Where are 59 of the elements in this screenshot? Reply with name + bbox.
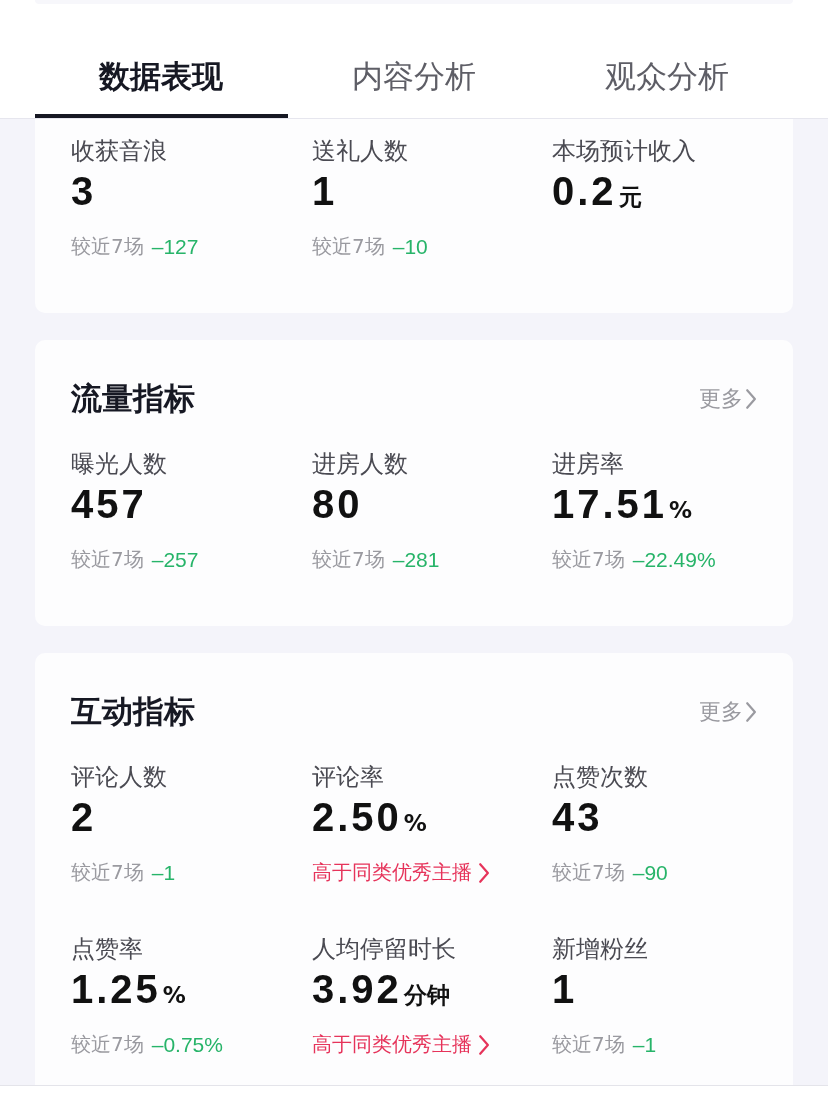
- metric-value: 1: [312, 169, 338, 214]
- metric-label: 进房率: [552, 449, 625, 480]
- compare-label: 较近7场: [312, 546, 385, 573]
- benchmark-link[interactable]: 高于同类优秀主播: [312, 859, 491, 886]
- section-title: 流量指标: [71, 379, 195, 418]
- tab[interactable]: 内容分析: [287, 40, 541, 118]
- metric-unit: 分钟: [403, 981, 450, 1010]
- metric-value: 3: [71, 169, 97, 214]
- compare-label: 较近7场: [71, 233, 144, 260]
- metric-label: 本场预计收入: [552, 136, 697, 167]
- delta-value: –22.49%: [632, 547, 716, 572]
- delta-value: –90: [632, 860, 668, 885]
- metric-label: 点赞率: [71, 934, 144, 965]
- metric-value: 1: [552, 967, 578, 1012]
- tab[interactable]: 观众分析: [540, 40, 793, 118]
- metric-label: 点赞次数: [552, 762, 649, 793]
- chevron-right-icon: [478, 861, 491, 884]
- chevron-right-icon: [478, 1033, 491, 1056]
- metric-value: 3.92: [312, 967, 402, 1012]
- metric-value: 2: [71, 795, 97, 840]
- compare-label: 较近7场: [71, 1031, 144, 1058]
- compare-label: 较近7场: [312, 233, 385, 260]
- metric-unit: %: [403, 810, 427, 836]
- metric-label: 评论人数: [71, 762, 168, 793]
- metric-unit: %: [162, 982, 186, 1008]
- delta-value: –10: [392, 234, 428, 259]
- metric-value: 0.2: [552, 169, 617, 214]
- chevron-right-icon: [744, 388, 757, 410]
- delta-value: –127: [151, 234, 199, 259]
- metric-value: 17.51: [552, 482, 668, 527]
- metric-value: 457: [71, 482, 147, 527]
- metric-label: 收获音浪: [71, 136, 168, 167]
- chevron-right-icon: [744, 701, 757, 723]
- metric-value: 43: [552, 795, 603, 840]
- metric-value: 2.50: [312, 795, 402, 840]
- delta-value: –0.75%: [151, 1032, 223, 1057]
- compare-label: 较近7场: [71, 859, 144, 886]
- benchmark-link[interactable]: 高于同类优秀主播: [312, 1031, 491, 1058]
- delta-value: –1: [151, 860, 176, 885]
- metric-label: 人均停留时长: [312, 934, 457, 965]
- metric-label: 进房人数: [312, 449, 409, 480]
- delta-value: –1: [632, 1032, 657, 1057]
- compare-label: 较近7场: [552, 1031, 625, 1058]
- metric-label: 曝光人数: [71, 449, 168, 480]
- compare-label: 较近7场: [552, 859, 625, 886]
- delta-value: –257: [151, 547, 199, 572]
- delta-value: –281: [392, 547, 440, 572]
- metric-value: 80: [312, 482, 363, 527]
- compare-label: 较近7场: [552, 546, 625, 573]
- metric-unit: %: [669, 497, 693, 523]
- section-title: 互动指标: [71, 692, 195, 731]
- metric-unit: 元: [618, 183, 642, 212]
- more-link[interactable]: 更多: [698, 384, 757, 414]
- more-link[interactable]: 更多: [698, 697, 757, 727]
- metric-label: 送礼人数: [312, 136, 409, 167]
- metric-label: 评论率: [312, 762, 385, 793]
- metric-label: 新增粉丝: [552, 934, 649, 965]
- compare-label: 较近7场: [71, 546, 144, 573]
- metric-value: 1.25: [71, 967, 161, 1012]
